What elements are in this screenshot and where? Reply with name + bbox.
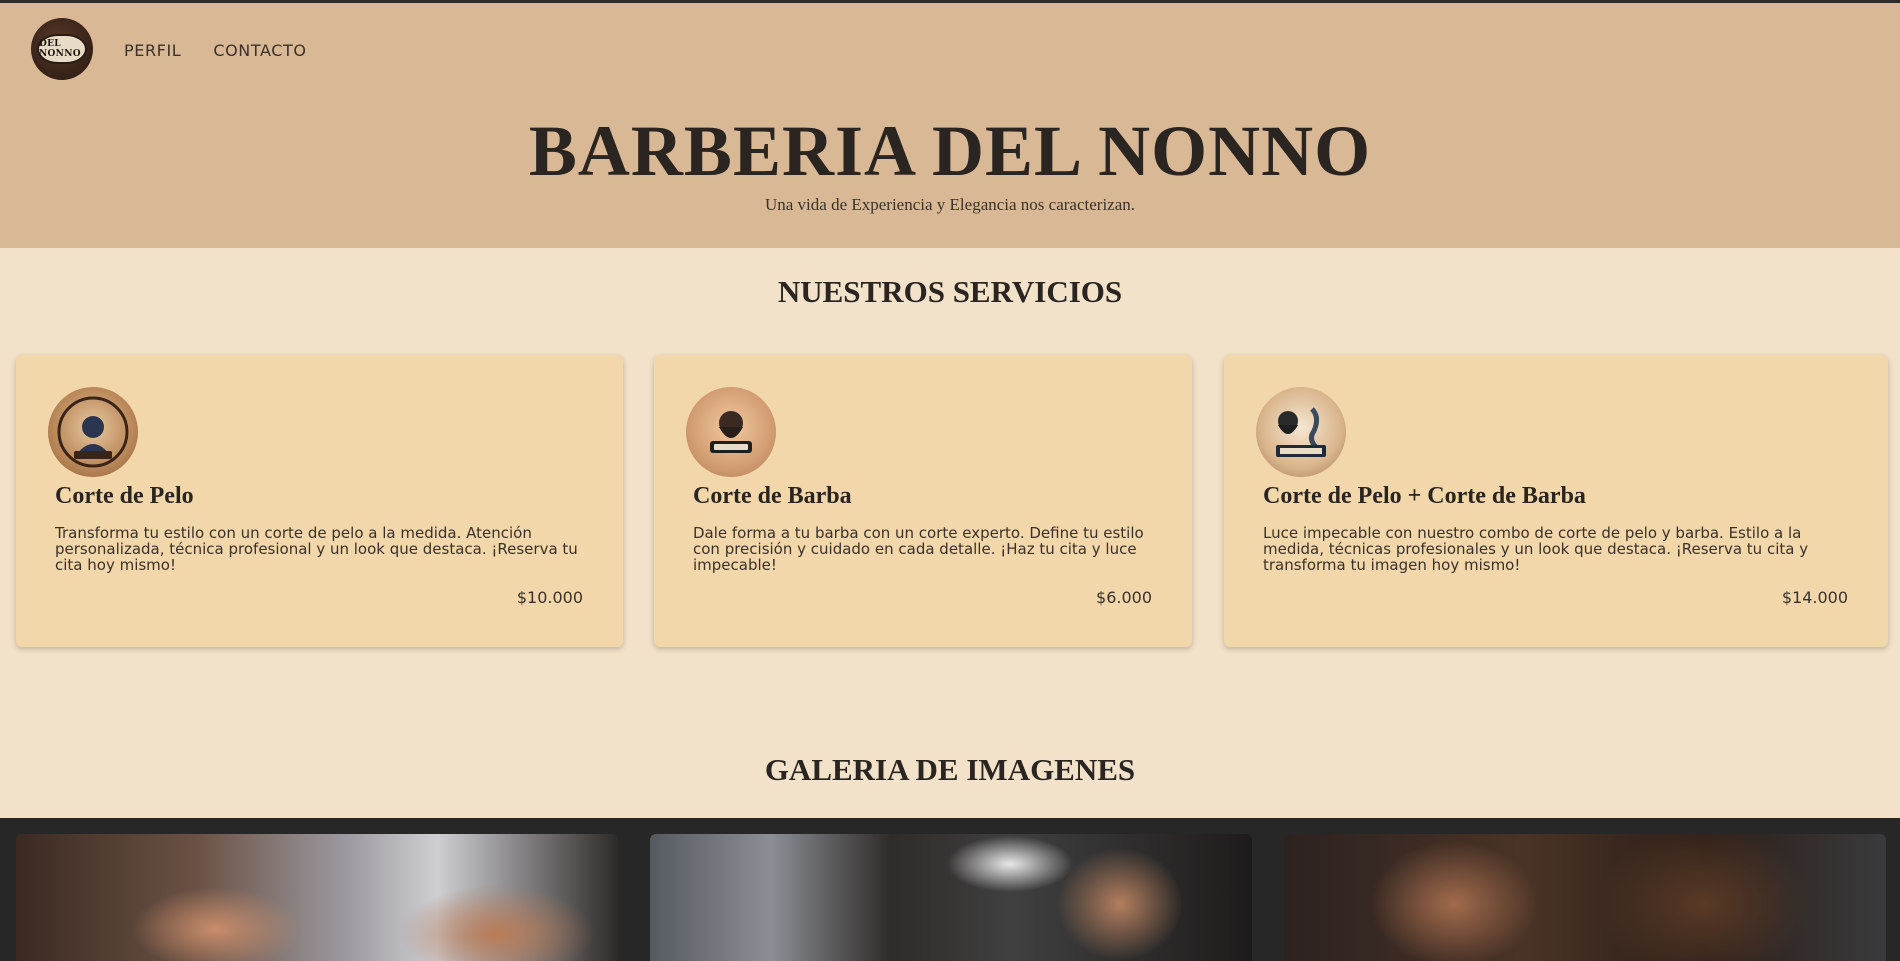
service-card-combo[interactable]: Corte de Pelo + Corte de Barba Luce impe… — [1224, 355, 1888, 647]
service-card-corte-pelo[interactable]: Corte de Pelo Transforma tu estilo con u… — [16, 355, 623, 647]
services-heading: NUESTROS SERVICIOS — [777, 274, 1123, 309]
site-subtitle: Una vida de Experiencia y Elegancia nos … — [764, 195, 1136, 214]
service-title: Corte de Pelo + Corte de Barba — [1263, 483, 1586, 509]
service-title: Corte de Pelo — [55, 483, 194, 509]
hero-header: DEL NONNO PERFIL CONTACTO BARBERIA DEL N… — [0, 3, 1900, 248]
gallery-image-shave[interactable] — [16, 834, 618, 961]
gallery-image-barber-cutting[interactable] — [650, 834, 1252, 961]
nav-link-contacto[interactable]: CONTACTO — [213, 41, 306, 60]
barber-combo-logo-icon — [1256, 387, 1346, 477]
barber-logo-icon — [48, 387, 138, 477]
service-price: $14.000 — [1781, 588, 1848, 607]
service-description: Dale forma a tu barba con un corte exper… — [693, 524, 1144, 574]
site-logo[interactable]: DEL NONNO — [31, 18, 93, 80]
service-price: $10.000 — [516, 588, 583, 607]
service-card-corte-barba[interactable]: Corte de Barba Dale forma a tu barba con… — [654, 355, 1192, 647]
service-description: Transforma tu estilo con un corte de pel… — [55, 524, 578, 574]
main-nav: PERFIL CONTACTO — [124, 41, 307, 60]
nav-link-perfil[interactable]: PERFIL — [124, 41, 181, 60]
service-description: Luce impecable con nuestro combo de cort… — [1263, 524, 1809, 574]
gallery-image-barber-portrait[interactable] — [1284, 834, 1886, 961]
service-title: Corte de Barba — [693, 483, 852, 509]
logo-badge-text: DEL NONNO — [37, 34, 87, 64]
bearded-man-logo-icon — [686, 387, 776, 477]
gallery-heading: GALERIA DE IMAGENES — [764, 752, 1136, 787]
service-price: $6.000 — [1096, 588, 1152, 607]
site-title: BARBERIA DEL NONNO — [528, 111, 1372, 191]
